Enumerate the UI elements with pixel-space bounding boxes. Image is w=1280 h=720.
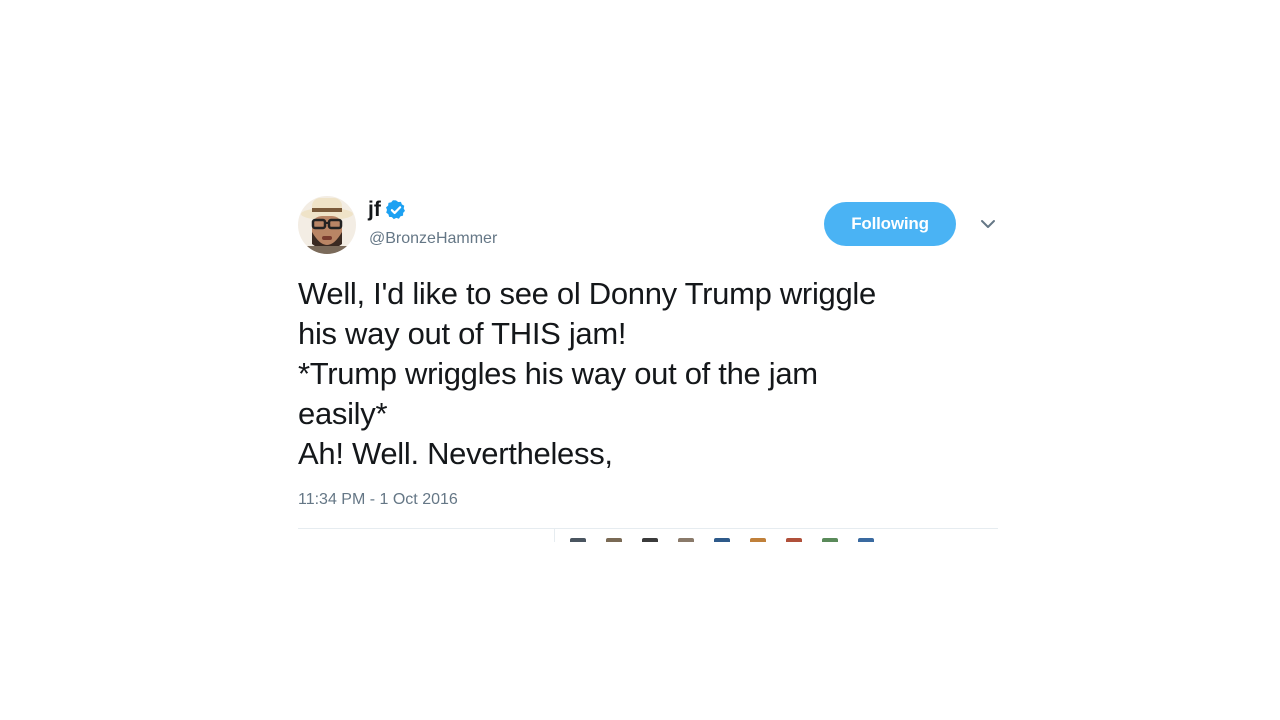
following-button[interactable]: Following <box>824 202 956 246</box>
tweet-text-line: his way out of THIS jam! <box>298 316 627 351</box>
liker-avatar[interactable] <box>678 538 694 542</box>
chevron-down-icon[interactable] <box>978 216 998 232</box>
user-handle[interactable]: @BronzeHammer <box>369 229 497 249</box>
liker-avatar[interactable] <box>822 538 838 542</box>
verified-badge-icon <box>385 200 405 220</box>
tweet-text-line: easily* <box>298 396 388 431</box>
display-name[interactable]: jf <box>368 198 381 222</box>
liker-avatar[interactable] <box>642 538 658 542</box>
tweet-text-line: *Trump wriggles his way out of the jam <box>298 356 818 391</box>
liker-avatar[interactable] <box>858 538 874 542</box>
tweet-text: Well, I'd like to see ol Donny Trump wri… <box>298 274 988 474</box>
name-row: jf <box>368 198 407 222</box>
stats-divider <box>554 529 555 542</box>
tweet-text-line: Well, I'd like to see ol Donny Trump wri… <box>298 276 876 311</box>
liker-avatar[interactable] <box>606 538 622 542</box>
liker-avatar[interactable] <box>786 538 802 542</box>
tweet-text-line: Ah! Well. Nevertheless, <box>298 436 613 471</box>
liker-avatar[interactable] <box>714 538 730 542</box>
divider <box>298 528 998 529</box>
tweet-card: jf @BronzeHammer Following Well, I'd lik… <box>298 192 998 542</box>
liker-avatar[interactable] <box>570 538 586 542</box>
liker-avatars <box>570 538 874 542</box>
avatar[interactable] <box>298 196 356 254</box>
tweet-timestamp[interactable]: 11:34 PM - 1 Oct 2016 <box>298 490 458 510</box>
liker-avatar[interactable] <box>750 538 766 542</box>
